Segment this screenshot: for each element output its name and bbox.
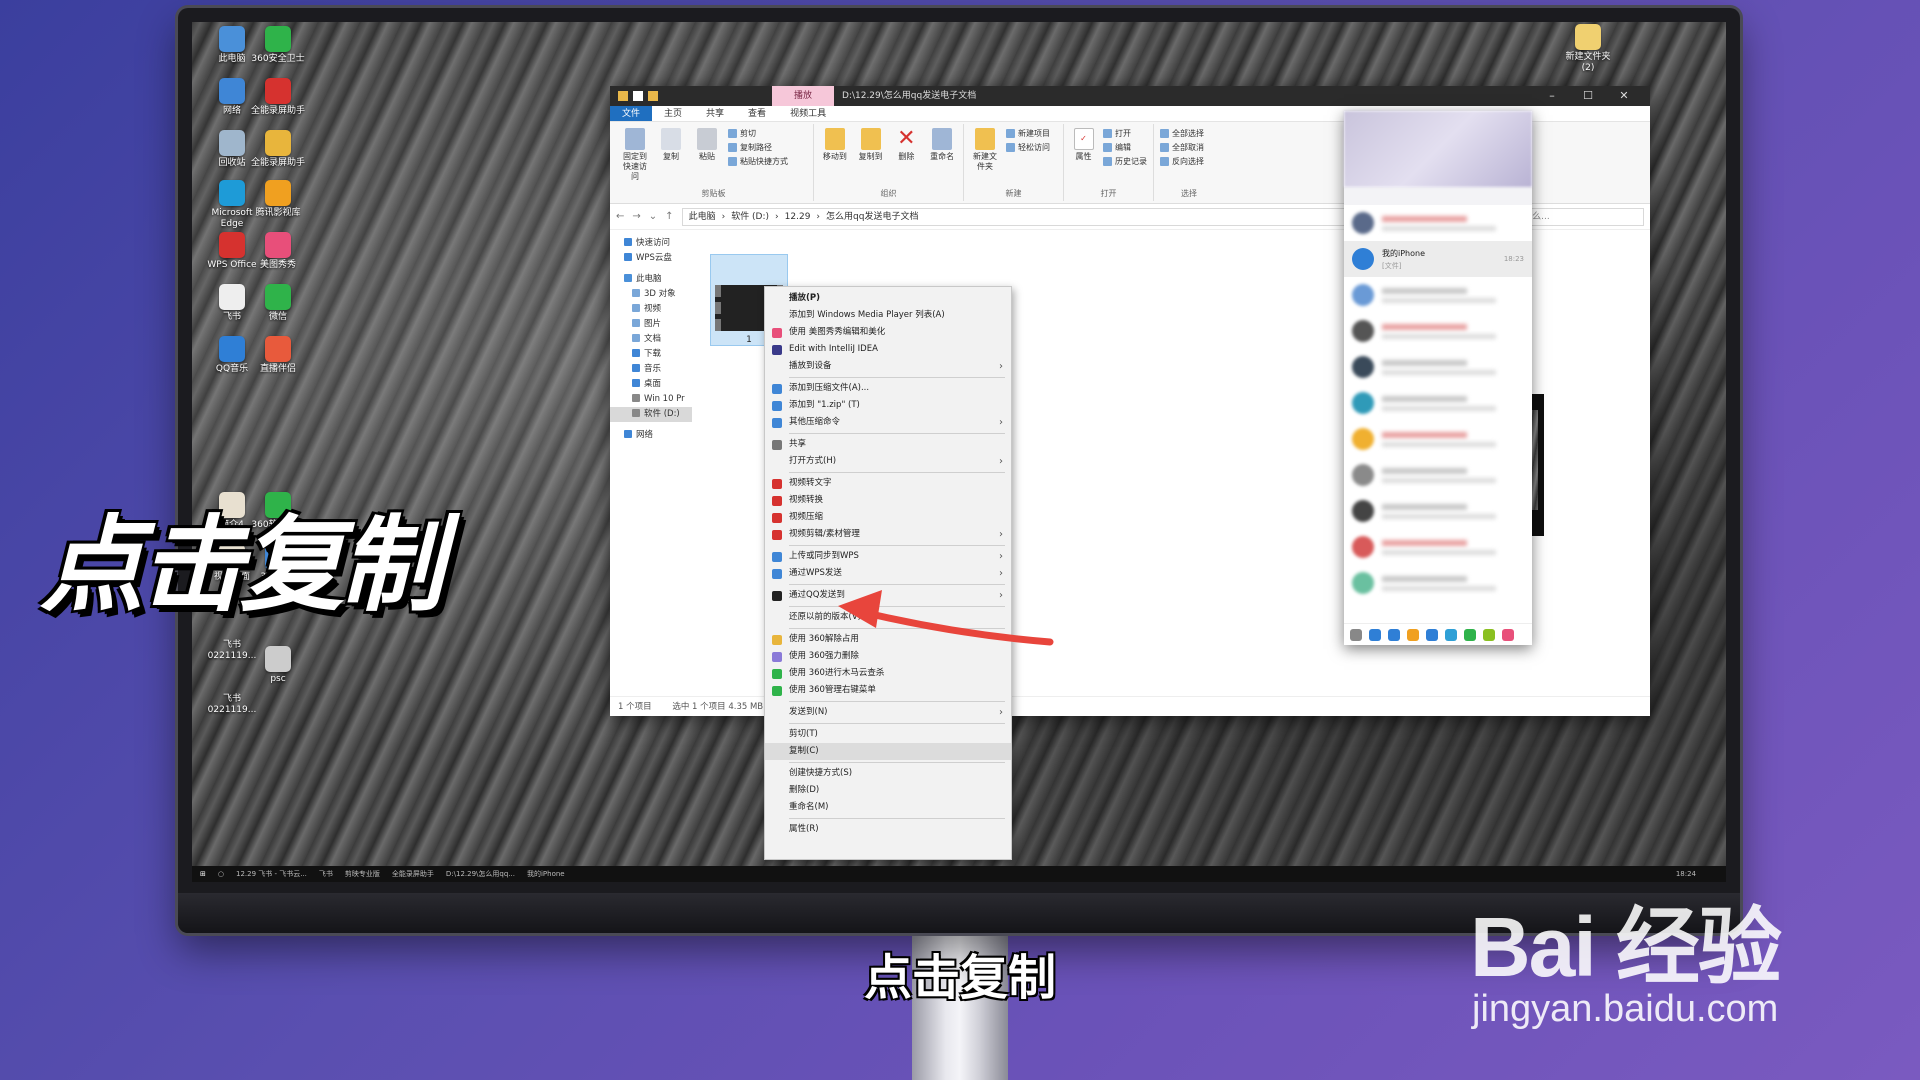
watermark-site: jingyan.baidu.com [1472,988,1779,1030]
baidu-jingyan-watermark: Bai 经验 jingyan.baidu.com [1470,880,1890,1030]
arrow-head [838,590,882,628]
red-arrow-annotation [838,590,1054,646]
big-caption: 点击复制 [40,504,444,626]
arrow-shaft [850,606,1054,646]
monitor: 此电脑 360安全卫士 网络 全能录屏助手 回收站 全能录屏助手 Microsoft Edg… [178,8,1740,933]
desktop-screen: 此电脑 360安全卫士 网络 全能录屏助手 回收站 全能录屏助手 Microsoft Edg… [192,22,1726,882]
watermark-logo: Bai 经验 [1470,900,1782,994]
